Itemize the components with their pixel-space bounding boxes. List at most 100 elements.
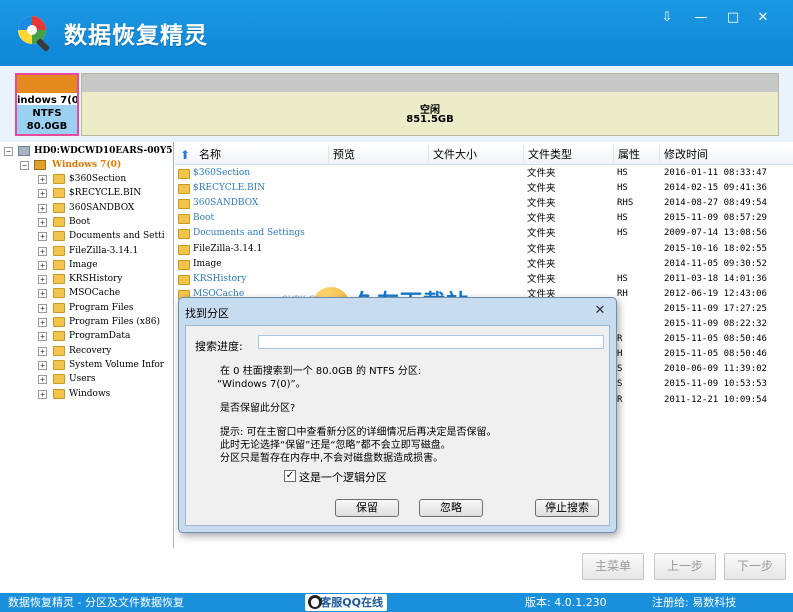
file-name: $360Section <box>193 168 251 178</box>
disk-label: HD0:WDCWD10EARS-00Y5B1 <box>34 146 174 156</box>
list-header: ⬆ 名称 预览 文件大小 文件类型 属性 修改时间 <box>175 145 793 165</box>
dialog-hint3: 分区只是暂存在内存中,不会对磁盘数据造成损害。 <box>220 453 444 464</box>
qq-support-button[interactable]: 客服QQ在线 <box>305 594 387 611</box>
list-item[interactable]: KRSHistory 文件夹 HS 2011-03-18 14:01:36 <box>175 272 793 287</box>
keep-button[interactable]: 保留 <box>335 499 399 517</box>
tree-folder-label: Recovery <box>69 345 112 356</box>
file-attr: RHS <box>617 198 634 209</box>
expand-icon[interactable]: + <box>38 260 47 270</box>
list-item[interactable]: Documents and Settings 文件夹 HS 2009-07-14 13… <box>175 226 793 241</box>
expand-icon[interactable]: + <box>38 389 47 399</box>
folder-icon <box>178 244 190 255</box>
file-modified: 2009-07-14 13:08:56 <box>664 228 767 239</box>
col-size[interactable]: 文件大小 <box>429 145 524 165</box>
folder-icon <box>53 359 65 370</box>
folder-tree[interactable]: − HD0:WDCWD10EARS-00Y5B1 − Windows 7(0) … <box>0 142 174 548</box>
expand-icon[interactable]: + <box>38 332 47 342</box>
col-preview[interactable]: 预览 <box>329 145 429 165</box>
list-item[interactable]: $360Section 文件夹 HS 2016-01-11 08:33:47 <box>175 166 793 181</box>
logical-partition-checkbox[interactable]: ✓ <box>284 470 296 482</box>
title-bar: 数据恢复精灵 ⇩ — □ ✕ <box>0 0 793 66</box>
file-type: 文件夹 <box>527 258 556 270</box>
qq-support-label: 客服QQ在线 <box>320 596 383 609</box>
expand-icon[interactable]: + <box>38 375 47 385</box>
prev-step-button[interactable]: 上一步 <box>654 553 716 580</box>
file-attr: HS <box>617 168 628 178</box>
tree-folder-label: 360SANDBOX <box>69 202 135 213</box>
up-arrow-icon[interactable]: ⬆ <box>180 149 190 161</box>
search-progress-bar <box>258 335 604 349</box>
stop-search-button[interactable]: 停止搜索 <box>535 499 599 517</box>
col-attr[interactable]: 属性 <box>614 145 660 165</box>
file-modified: 2016-01-11 08:33:47 <box>664 168 767 178</box>
file-attr: S <box>617 379 623 390</box>
list-item[interactable]: $RECYCLE.BIN 文件夹 HS 2014-02-15 09:41:36 <box>175 181 793 196</box>
file-modified: 2010-06-09 11:39:02 <box>664 364 767 375</box>
partition-block-windows7[interactable]: indows 7(0 NTFS 80.0GB <box>15 73 79 136</box>
file-attr: R <box>617 394 623 405</box>
file-modified: 2014-08-27 08:49:54 <box>664 198 767 209</box>
app-logo-icon <box>18 16 50 52</box>
dialog-message-line2: “Windows 7(0)”。 <box>217 379 306 390</box>
main-menu-button[interactable]: 主菜单 <box>582 553 644 580</box>
partition-label: Windows 7(0) <box>52 160 122 170</box>
folder-icon <box>53 274 65 285</box>
expand-icon[interactable]: + <box>38 189 47 199</box>
expand-icon[interactable]: + <box>38 303 47 313</box>
file-name: Image <box>193 258 222 269</box>
expand-icon[interactable]: + <box>38 232 47 242</box>
file-attr: RH <box>617 288 628 299</box>
folder-icon <box>53 345 65 356</box>
file-attr: HS <box>617 273 628 284</box>
tree-folder-label: $360Section <box>69 174 127 184</box>
folder-icon <box>53 374 65 385</box>
expand-icon[interactable]: + <box>38 360 47 370</box>
minimize-button[interactable]: — <box>692 10 710 26</box>
collapse-icon[interactable]: − <box>4 147 13 156</box>
file-attr: S <box>617 364 623 375</box>
file-modified: 2015-11-09 08:22:32 <box>664 319 767 329</box>
file-attr: H <box>617 349 623 360</box>
maximize-button[interactable]: □ <box>724 10 742 26</box>
folder-icon <box>53 331 65 342</box>
status-version: 版本: 4.0.1.230 <box>525 596 607 609</box>
file-name: Boot <box>193 213 215 224</box>
file-type: 文件夹 <box>527 198 556 210</box>
list-item[interactable]: FileZilla-3.14.1 文件夹 2015-10-16 18:02:55 <box>175 242 793 257</box>
col-type[interactable]: 文件类型 <box>524 145 614 165</box>
status-registered: 注册给: 易数科技 <box>652 596 737 609</box>
tree-folder-label: Program Files (x86) <box>69 317 160 327</box>
expand-icon[interactable]: + <box>38 289 47 299</box>
list-item[interactable]: Image 文件夹 2014-11-05 09:30:52 <box>175 257 793 272</box>
expand-icon[interactable]: + <box>38 175 47 184</box>
progress-label: 搜索进度: <box>195 340 243 353</box>
free-space-size: 851.5GB <box>406 114 454 125</box>
file-attr: HS <box>617 228 628 239</box>
col-modified[interactable]: 修改时间 <box>660 145 793 165</box>
expand-icon[interactable]: + <box>38 217 47 227</box>
next-step-button[interactable]: 下一步 <box>724 553 786 580</box>
ignore-button[interactable]: 忽略 <box>419 499 483 517</box>
partition-header-fill <box>17 75 77 93</box>
qq-penguin-icon <box>308 595 322 609</box>
tree-folder-label: System Volume Infor <box>69 359 165 370</box>
folder-icon <box>178 274 190 285</box>
list-item[interactable]: 360SANDBOX 文件夹 RHS 2014-08-27 08:49:54 <box>175 196 793 211</box>
expand-icon[interactable]: + <box>38 203 47 213</box>
file-type: 文件夹 <box>527 273 556 285</box>
collapse-icon[interactable]: − <box>20 161 29 170</box>
expand-icon[interactable]: + <box>38 346 47 356</box>
folder-icon <box>53 245 65 256</box>
logical-partition-label[interactable]: 这是一个逻辑分区 <box>299 469 387 485</box>
close-button[interactable]: ✕ <box>754 10 772 26</box>
file-modified: 2015-11-09 10:53:53 <box>664 379 767 390</box>
list-item[interactable]: Boot 文件夹 HS 2015-11-09 08:57:29 <box>175 211 793 226</box>
expand-icon[interactable]: + <box>38 318 47 327</box>
found-partition-dialog: 找到分区 ✕ <box>178 297 617 533</box>
restore-icon[interactable]: ⇩ <box>658 10 676 26</box>
col-name[interactable]: 名称 <box>195 145 329 165</box>
expand-icon[interactable]: + <box>38 246 47 256</box>
expand-icon[interactable]: + <box>38 275 47 285</box>
dialog-close-button[interactable]: ✕ <box>590 302 610 319</box>
partition-block-free[interactable]: 空闲 851.5GB <box>81 73 779 136</box>
